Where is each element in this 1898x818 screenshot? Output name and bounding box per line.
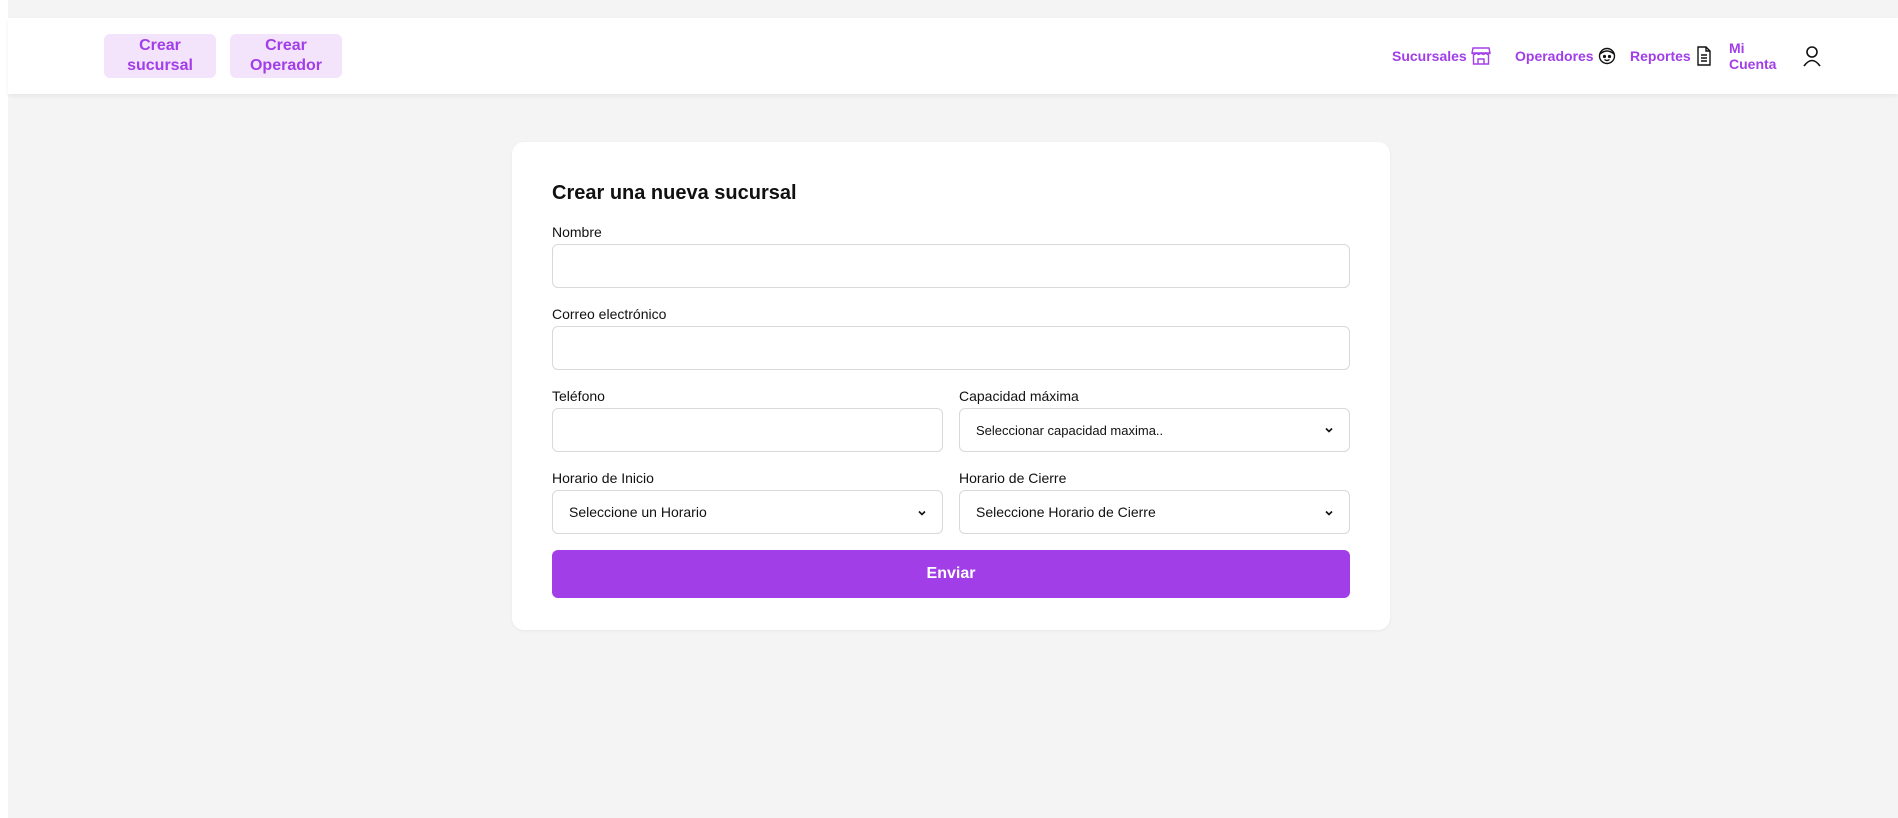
nav-link-account[interactable]: Mi Cuenta — [1729, 38, 1822, 74]
nav-link-reports-label: Reportes — [1630, 48, 1691, 64]
account-line1: Mi — [1729, 40, 1745, 56]
operator-face-icon — [1598, 47, 1616, 65]
start-time-selected-value: Seleccione un Horario — [569, 504, 707, 520]
account-line2: Cuenta — [1729, 56, 1777, 72]
nav-link-branches[interactable]: Sucursales — [1392, 40, 1491, 72]
create-operator-line1: Crear — [265, 37, 307, 54]
phone-input[interactable] — [552, 408, 943, 452]
close-time-select[interactable]: Seleccione Horario de Cierre — [959, 490, 1350, 534]
create-branch-button[interactable]: Crear sucursal — [104, 34, 216, 78]
top-navbar: Crear sucursal Crear Operador Sucursales… — [8, 18, 1898, 94]
capacity-select[interactable]: Seleccionar capacidad maxima.. — [959, 408, 1350, 452]
nav-link-operators[interactable]: Operadores — [1515, 40, 1616, 72]
create-operator-button[interactable]: Crear Operador — [230, 34, 342, 78]
capacity-selected-value: Seleccionar capacidad maxima.. — [976, 422, 1164, 438]
close-time-label: Horario de Cierre — [959, 470, 1067, 486]
chevron-down-icon — [1323, 506, 1335, 522]
start-time-label: Horario de Inicio — [552, 470, 654, 486]
form-title: Crear una nueva sucursal — [552, 182, 797, 204]
nav-link-operators-label: Operadores — [1515, 48, 1594, 64]
user-icon — [1802, 45, 1822, 67]
email-input[interactable] — [552, 326, 1350, 370]
chevron-down-icon — [916, 506, 928, 522]
create-operator-line2: Operador — [249, 57, 322, 74]
create-branch-line2: sucursal — [127, 57, 193, 74]
submit-button[interactable]: Enviar — [552, 550, 1350, 598]
close-time-selected-value: Seleccione Horario de Cierre — [976, 504, 1156, 520]
phone-label: Teléfono — [552, 388, 605, 404]
create-branch-line1: Crear — [139, 37, 181, 54]
store-icon — [1470, 47, 1491, 65]
nav-link-branches-label: Sucursales — [1392, 48, 1467, 64]
capacity-label: Capacidad máxima — [959, 388, 1079, 404]
nav-link-reports[interactable]: Reportes — [1630, 40, 1713, 72]
name-label: Nombre — [552, 224, 602, 240]
start-time-select[interactable]: Seleccione un Horario — [552, 490, 943, 534]
chevron-down-icon — [1323, 424, 1335, 439]
create-branch-form: Crear una nueva sucursal Nombre Correo e… — [512, 142, 1390, 630]
email-label: Correo electrónico — [552, 306, 667, 322]
document-icon — [1695, 46, 1713, 66]
name-input[interactable] — [552, 244, 1350, 288]
